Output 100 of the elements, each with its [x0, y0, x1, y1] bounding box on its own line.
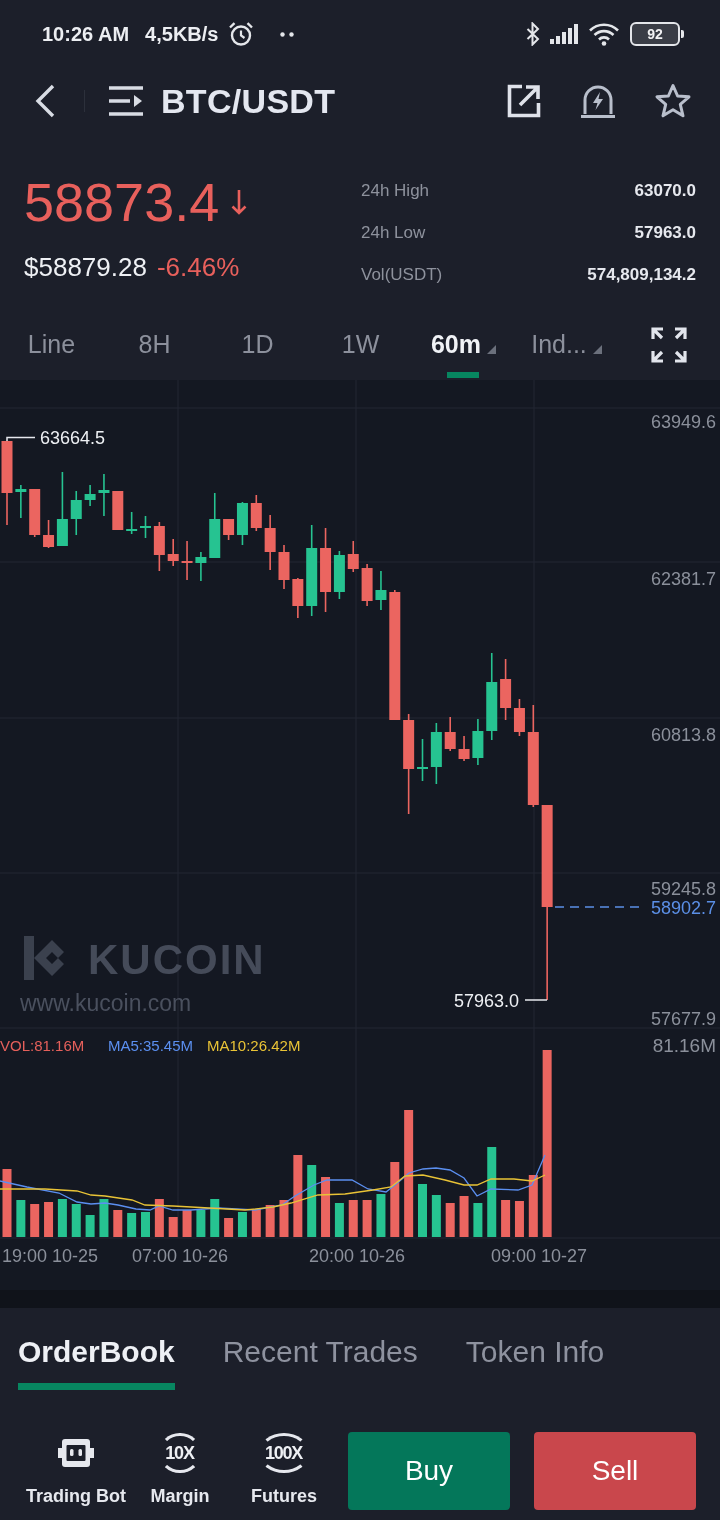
leader-line	[524, 999, 548, 1001]
volume-bar	[154, 1199, 164, 1237]
volume-bar	[528, 1175, 538, 1237]
volume-bar	[307, 1165, 317, 1237]
interval-tab[interactable]: 60m	[430, 300, 496, 378]
interval-tab[interactable]: 8H	[138, 300, 171, 378]
stat-value: 57963.0	[634, 223, 696, 243]
logo-icon	[24, 936, 64, 980]
volume-bar	[348, 1200, 358, 1237]
volume-bar	[418, 1184, 427, 1237]
volume-bar	[210, 1199, 220, 1237]
candle	[98, 473, 110, 517]
sell-button[interactable]: Sell	[534, 1432, 696, 1510]
interval-tab[interactable]: Ind...	[531, 300, 602, 378]
candle	[209, 492, 221, 559]
candle	[472, 718, 484, 766]
leverage-badge: 10X	[159, 1433, 201, 1473]
candle	[292, 577, 304, 619]
time-axis-label: 09:00 10-27	[490, 1246, 588, 1266]
interval-tab[interactable]: 1D	[241, 300, 274, 378]
candle	[250, 494, 262, 532]
volume-bar	[85, 1215, 95, 1237]
volume-bar	[445, 1203, 455, 1237]
candle	[140, 515, 151, 539]
shortcut-button[interactable]: 100X Futures	[232, 1432, 336, 1510]
candle	[264, 514, 276, 571]
candle	[167, 538, 179, 567]
volume-bar	[44, 1202, 54, 1237]
section-tab[interactable]: Token Info	[465, 1308, 605, 1392]
section-tab[interactable]: Recent Trades	[222, 1308, 418, 1392]
volume-bar	[30, 1204, 40, 1237]
volume-bar	[279, 1200, 289, 1237]
back-icon[interactable]	[34, 84, 56, 118]
volume-bar	[99, 1199, 109, 1237]
volume-bar	[251, 1209, 261, 1237]
menu-icon[interactable]	[109, 85, 143, 117]
candle	[15, 484, 27, 519]
volume-bar	[168, 1217, 178, 1237]
candle	[126, 511, 138, 535]
volume-bar	[224, 1218, 234, 1237]
candle	[29, 488, 41, 538]
star-icon[interactable]	[654, 83, 692, 119]
volume-bar	[57, 1199, 67, 1237]
candle	[195, 551, 207, 582]
high-price-label: 63664.5	[40, 428, 106, 448]
volume-bar	[459, 1196, 469, 1237]
volume-bar	[473, 1203, 483, 1237]
low-price-label: 57963.0	[453, 990, 519, 1011]
price-axis-label: 63949.6	[650, 412, 716, 432]
signal-bars-icon	[550, 24, 578, 44]
volume-bar	[265, 1205, 275, 1237]
candle	[347, 540, 359, 573]
battery-indicator: 92	[630, 22, 684, 46]
fullscreen-icon[interactable]	[651, 327, 687, 363]
volume-bar	[2, 1169, 12, 1237]
interval-tab[interactable]: Line	[27, 300, 76, 378]
volume-legend: MA5:35.45M	[108, 1037, 194, 1054]
volume-bar	[141, 1212, 150, 1237]
stat-value: 574,809,134.2	[587, 265, 696, 285]
watermark-url: www.kucoin.com	[20, 990, 192, 1016]
leader-line	[6, 436, 36, 442]
volume-bar	[196, 1210, 206, 1237]
volume-bar	[71, 1204, 81, 1237]
shortcut-button[interactable]: Trading Bot	[24, 1432, 128, 1510]
price-axis-label: 62381.7	[650, 569, 716, 589]
buy-button[interactable]: Buy	[348, 1432, 510, 1510]
bluetooth-icon	[526, 22, 540, 46]
stat-value: 63070.0	[634, 181, 696, 201]
volume-legend: MA10:26.42M	[207, 1037, 301, 1054]
candle	[458, 735, 470, 762]
volume-bar	[182, 1210, 192, 1237]
volume-bar	[113, 1210, 123, 1237]
network-speed: 4,5KB/s	[145, 22, 219, 46]
notification-dots-icon	[280, 31, 295, 37]
price-alert-icon[interactable]	[580, 84, 616, 118]
usd-price: $58879.28	[24, 251, 147, 284]
volume-bar	[362, 1200, 372, 1237]
time-axis-label: 20:00 10-26	[308, 1246, 406, 1266]
candle	[430, 722, 442, 785]
robot-icon	[58, 1438, 94, 1468]
stat-label: 24h High	[361, 181, 430, 201]
price-axis-label: 59245.8	[650, 879, 716, 899]
candle	[84, 484, 96, 507]
candle	[153, 521, 165, 572]
stat-label: Vol(USDT)	[361, 265, 443, 285]
share-icon[interactable]	[506, 83, 542, 119]
volume-bar	[376, 1194, 386, 1237]
shortcut-button[interactable]: 10X Margin	[128, 1432, 232, 1510]
price-axis-label: 60813.8	[650, 725, 716, 745]
time-axis-label: 07:00 10-26	[131, 1246, 229, 1266]
volume-bar	[501, 1200, 511, 1237]
candle	[417, 738, 428, 782]
section-tab[interactable]: OrderBook	[18, 1308, 175, 1392]
leverage-badge: 100X	[258, 1433, 310, 1473]
volume-axis-label: 81.16M	[652, 1035, 716, 1056]
interval-tab[interactable]: 1W	[341, 300, 380, 378]
candle	[361, 563, 373, 607]
wifi-icon	[588, 22, 620, 46]
pair-title: BTC/USDT	[161, 81, 336, 121]
last-price-label: 58902.7	[650, 898, 716, 918]
